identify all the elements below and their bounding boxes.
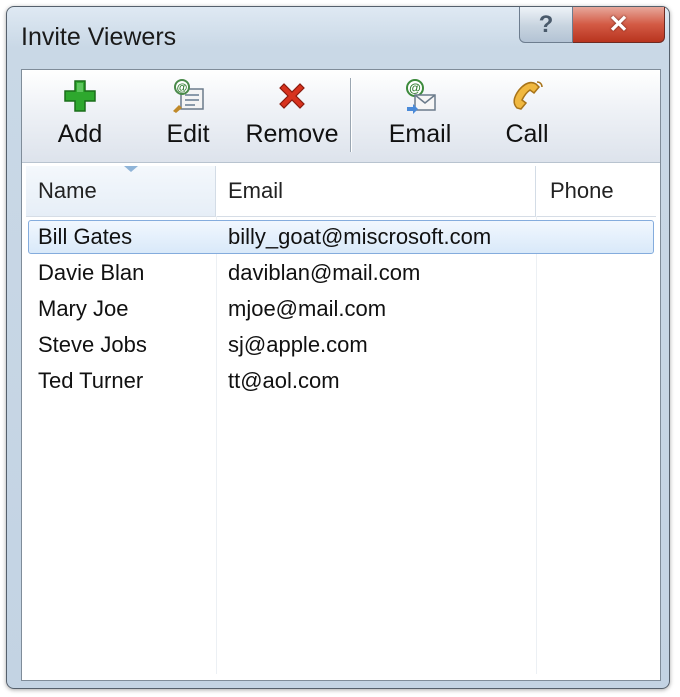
row-name: Ted Turner: [38, 368, 144, 393]
row-email: mjoe@mail.com: [228, 296, 387, 321]
row-email: daviblan@mail.com: [228, 260, 421, 285]
contacts-list[interactable]: Name Email Phone Bill Gates billy_goat@m…: [26, 166, 656, 674]
invite-viewers-dialog: Invite Viewers ? ✕ Add @ Edit Remove @ E…: [6, 6, 670, 689]
column-header-phone[interactable]: Phone: [536, 166, 656, 216]
row-name: Bill Gates: [38, 224, 133, 249]
table-row[interactable]: Davie Blan daviblan@mail.com: [26, 256, 656, 292]
remove-button[interactable]: Remove: [242, 76, 342, 156]
add-label: Add: [57, 120, 103, 148]
green-plus-icon: [60, 76, 100, 116]
svg-text:@: @: [177, 82, 188, 94]
red-x-icon: [272, 76, 312, 116]
table-row[interactable]: Mary Joe mjoe@mail.com: [26, 292, 656, 328]
column-header-name[interactable]: Name: [26, 166, 216, 216]
phone-icon: [507, 76, 547, 116]
help-button[interactable]: ?: [519, 7, 573, 43]
sort-ascending-icon: [124, 166, 138, 172]
email-label: Email: [388, 120, 452, 148]
row-email: billy_goat@miscrosoft.com: [228, 224, 492, 249]
add-button[interactable]: Add: [42, 76, 118, 156]
row-email: sj@apple.com: [228, 332, 368, 357]
table-row[interactable]: Bill Gates billy_goat@miscrosoft.com: [26, 220, 656, 256]
caption-buttons: ? ✕: [519, 7, 665, 43]
edit-contact-icon: @: [168, 76, 208, 116]
window-title: Invite Viewers: [21, 23, 177, 51]
svg-text:@: @: [409, 81, 421, 95]
list-rows: Bill Gates billy_goat@miscrosoft.com Dav…: [26, 220, 656, 400]
table-row[interactable]: Steve Jobs sj@apple.com: [26, 328, 656, 364]
row-name: Davie Blan: [38, 260, 145, 285]
call-label: Call: [505, 120, 549, 148]
row-name: Steve Jobs: [38, 332, 147, 357]
column-header-email[interactable]: Email: [216, 166, 536, 216]
toolbar: Add @ Edit Remove @ Email Call: [22, 70, 660, 163]
list-header: Name Email Phone: [26, 166, 656, 217]
remove-label: Remove: [245, 120, 339, 148]
edit-button[interactable]: @ Edit: [150, 76, 226, 156]
dialog-content: Add @ Edit Remove @ Email Call Name Emai…: [21, 69, 661, 681]
email-icon: @: [400, 76, 440, 116]
email-button[interactable]: @ Email: [380, 76, 460, 156]
close-button[interactable]: ✕: [573, 7, 665, 43]
row-email: tt@aol.com: [228, 368, 340, 393]
toolbar-separator: [350, 78, 351, 152]
call-button[interactable]: Call: [490, 76, 564, 156]
row-name: Mary Joe: [38, 296, 129, 321]
edit-label: Edit: [166, 120, 210, 148]
table-row[interactable]: Ted Turner tt@aol.com: [26, 364, 656, 400]
